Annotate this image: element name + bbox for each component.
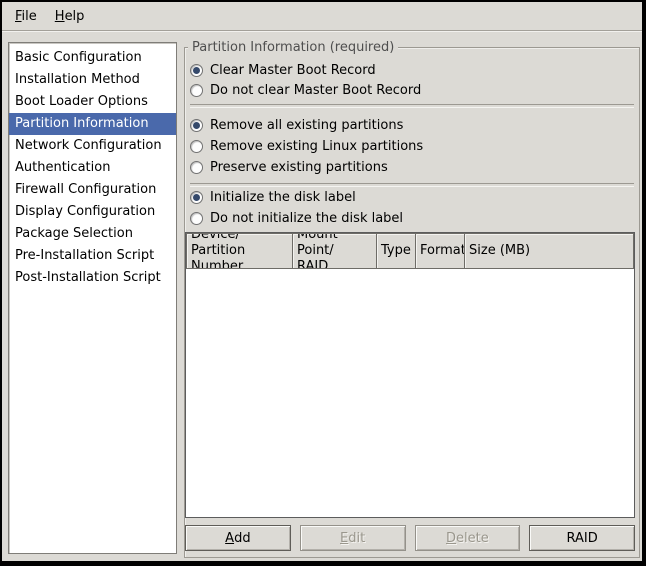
edit-button: Edit [300,525,406,551]
radio-selected-icon [190,119,203,132]
config-section-list[interactable]: Basic ConfigurationInstallation MethodBo… [8,42,177,554]
column-header-format[interactable]: Format [415,233,465,269]
column-header-size-mb[interactable]: Size (MB) [464,233,634,269]
radio-unselected-icon [190,140,203,153]
radio-unselected-icon [190,212,203,225]
partition-table-body[interactable] [186,269,634,517]
partition-table-header: Device/ Partition NumberMount Point/ RAI… [186,233,634,269]
kickstart-configurator-window: FileHelp Basic ConfigurationInstallation… [0,0,646,566]
sidebar-item-package-selection[interactable]: Package Selection [9,223,176,245]
delete-button: Delete [415,525,521,551]
sidebar-item-display-configuration[interactable]: Display Configuration [9,201,176,223]
sidebar-item-firewall-configuration[interactable]: Firewall Configuration [9,179,176,201]
radio-unselected-icon [190,161,203,174]
horizontal-separator [190,104,634,108]
radio-label: Clear Master Boot Record [210,63,376,78]
radio-label: Initialize the disk label [210,190,356,205]
sidebar-item-pre-installation-script[interactable]: Pre-Installation Script [9,245,176,267]
radio-preserve-existing-partitions[interactable]: Preserve existing partitions [190,157,388,177]
menu-file[interactable]: File [6,5,46,28]
menu-bar: FileHelp [2,2,642,31]
sidebar-item-post-installation-script[interactable]: Post-Installation Script [9,267,176,289]
add-button[interactable]: Add [185,525,291,551]
radio-clear-master-boot-record[interactable]: Clear Master Boot Record [190,60,376,80]
radio-selected-icon [190,64,203,77]
radio-label: Do not clear Master Boot Record [210,83,421,98]
radio-initialize-the-disk-label[interactable]: Initialize the disk label [190,187,356,207]
radio-label: Preserve existing partitions [210,160,388,175]
radio-label: Remove existing Linux partitions [210,139,423,154]
sidebar-item-network-configuration[interactable]: Network Configuration [9,135,176,157]
radio-unselected-icon [190,84,203,97]
radio-do-not-clear-master-boot-record[interactable]: Do not clear Master Boot Record [190,80,421,100]
radio-selected-icon [190,191,203,204]
partition-action-buttons: Add Edit Delete RAID [185,525,635,551]
sidebar-item-authentication[interactable]: Authentication [9,157,176,179]
partition-table[interactable]: Device/ Partition NumberMount Point/ RAI… [185,232,635,518]
sidebar-item-basic-configuration[interactable]: Basic Configuration [9,47,176,69]
radio-label: Remove all existing partitions [210,118,403,133]
radio-label: Do not initialize the disk label [210,211,403,226]
sidebar-item-installation-method[interactable]: Installation Method [9,69,176,91]
column-header-type[interactable]: Type [376,233,416,269]
sidebar-item-boot-loader-options[interactable]: Boot Loader Options [9,91,176,113]
raid-button[interactable]: RAID [529,525,635,551]
column-header-mount-point[interactable]: Mount Point/ RAID [292,233,377,269]
sidebar-item-partition-information[interactable]: Partition Information [9,113,176,135]
radio-remove-existing-linux-partitions[interactable]: Remove existing Linux partitions [190,136,423,156]
menu-help[interactable]: Help [46,5,94,28]
frame-title: Partition Information (required) [188,40,398,56]
radio-do-not-initialize-the-disk-label[interactable]: Do not initialize the disk label [190,208,403,228]
radio-remove-all-existing-partitions[interactable]: Remove all existing partitions [190,115,403,135]
column-header-device[interactable]: Device/ Partition Number [186,233,293,269]
